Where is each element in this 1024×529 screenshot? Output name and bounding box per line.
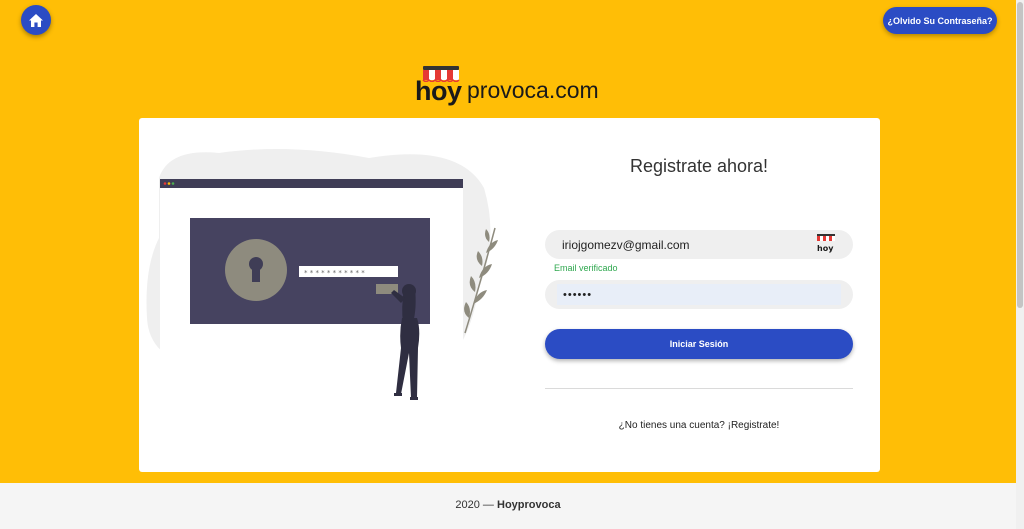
security-login-illustration: * * * * * * * * * * *	[146, 149, 498, 400]
forgot-password-button[interactable]: ¿Olvido Su Contraseña?	[883, 7, 997, 34]
login-button[interactable]: Iniciar Sesión	[545, 329, 853, 359]
email-field-container: hoy	[545, 230, 853, 259]
svg-text:hoy: hoy	[817, 244, 834, 253]
email-status: Email verificado	[554, 263, 618, 273]
footer-text: 2020 — Hoyprovoca	[0, 499, 1016, 511]
register-link[interactable]: ¿No tienes una cuenta? ¡Registrate!	[545, 420, 853, 431]
form-heading: Registrate ahora!	[629, 156, 769, 176]
site-logo: hoy provoca.com	[415, 66, 607, 106]
home-icon	[29, 13, 43, 27]
logo-text-provoca: provoca.com	[467, 77, 599, 103]
footer-brand: Hoyprovoca	[497, 499, 561, 511]
password-field-container	[545, 280, 853, 309]
svg-text:* * * * * * * * * * *: * * * * * * * * * * *	[304, 269, 365, 277]
footer: 2020 — Hoyprovoca	[0, 483, 1024, 529]
footer-year: 2020 —	[455, 499, 497, 511]
store-awning-icon: hoy	[817, 234, 835, 253]
scrollbar-thumb[interactable]	[1017, 2, 1023, 308]
password-input[interactable]	[557, 284, 841, 305]
divider	[545, 388, 853, 389]
home-button[interactable]	[21, 5, 51, 35]
register-card: * * * * * * * * * * * Registrate ahora! …	[139, 118, 880, 472]
logo-text-hoy: hoy	[415, 76, 462, 106]
email-input[interactable]	[562, 235, 812, 254]
